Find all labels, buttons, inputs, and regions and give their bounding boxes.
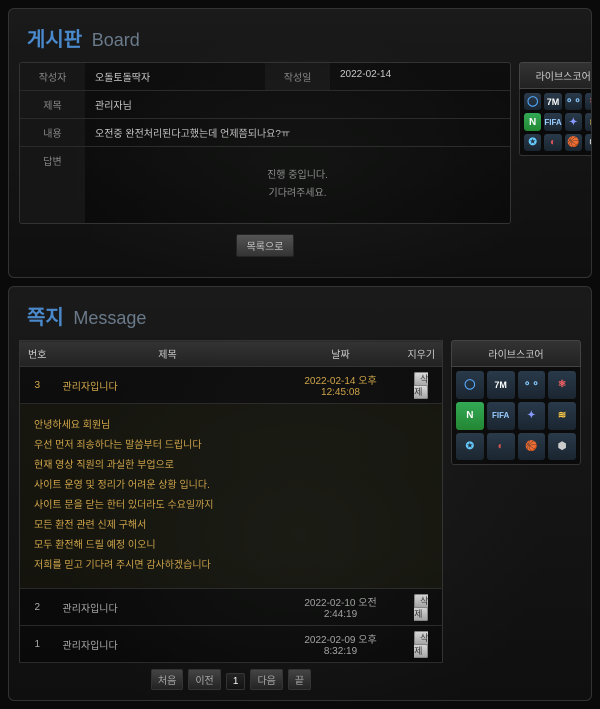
score-icon-3[interactable]: ⚬⚬ bbox=[565, 93, 582, 110]
message-title: 쪽지 Message bbox=[19, 297, 581, 340]
cell-no: 3 bbox=[20, 367, 55, 404]
author-value: 오돌토돌딱자 bbox=[85, 63, 265, 90]
regdate-label: 작성일 bbox=[265, 63, 330, 90]
page-last[interactable]: 끝 bbox=[288, 669, 311, 690]
board-panel: 게시판 Board 작성자 오돌토돌딱자 작성일 2022-02-14 제목 관… bbox=[8, 8, 592, 278]
expanded-message: 안녕하세요 회원님 우선 먼저 죄송하다는 말씀부터 드립니다 현재 영상 직원… bbox=[20, 404, 443, 589]
page-current[interactable]: 1 bbox=[226, 673, 246, 690]
list-button[interactable]: 목록으로 bbox=[236, 234, 295, 257]
body-line: 저희를 믿고 기다려 주시면 감사하겠습니다 bbox=[34, 556, 428, 576]
pagination: 처음 이전 1 다음 끝 bbox=[19, 669, 443, 690]
delete-button[interactable]: 삭제 bbox=[414, 372, 428, 399]
th-date: 날짜 bbox=[281, 341, 401, 367]
content-label: 내용 bbox=[20, 119, 85, 146]
score-icon-12[interactable]: ⬢ bbox=[585, 134, 592, 151]
th-delete: 지우기 bbox=[401, 341, 443, 367]
score-icon-7[interactable]: ✦ bbox=[565, 113, 582, 130]
reply-body: 진행 중입니다. 기다려주세요. bbox=[85, 147, 510, 223]
page-prev[interactable]: 이전 bbox=[188, 669, 220, 690]
table-row[interactable]: 3 관리자입니다 2022-02-14 오후 12:45:08 삭제 bbox=[20, 367, 443, 404]
body-line: 우선 먼저 죄송하다는 말씀부터 드립니다 bbox=[34, 436, 428, 456]
score-icon-6[interactable]: FIFA bbox=[487, 402, 515, 430]
score-icon-2[interactable]: 7M bbox=[544, 93, 561, 110]
message-table: 번호 제목 날짜 지우기 3 관리자입니다 2022-02-14 오후 12:4… bbox=[19, 340, 443, 663]
cell-no: 1 bbox=[20, 626, 55, 663]
board-title-kr: 게시판 bbox=[27, 29, 82, 51]
reply-line1: 진행 중입니다. bbox=[105, 167, 490, 185]
body-line: 사이트 운영 및 정리가 어려운 상황 입니다. bbox=[34, 476, 428, 496]
delete-button[interactable]: 삭제 bbox=[414, 594, 428, 621]
reply-line2: 기다려주세요. bbox=[105, 185, 490, 203]
body-line: 모든 환전 관련 신제 구해서 bbox=[34, 516, 428, 536]
author-label: 작성자 bbox=[20, 63, 85, 90]
score-icon-3[interactable]: ⚬⚬ bbox=[518, 371, 546, 399]
cell-subject: 관리자입니다 bbox=[55, 367, 281, 404]
regdate-value: 2022-02-14 bbox=[330, 63, 510, 90]
livescore-grid: ◯ 7M ⚬⚬ ⚛ N FIFA ✦ ≋ ✪ ◐ 🏀 ⬢ bbox=[451, 367, 581, 465]
score-icon-2[interactable]: 7M bbox=[487, 371, 515, 399]
body-line: 안녕하세요 회원님 bbox=[34, 416, 428, 436]
score-icon-9[interactable]: ✪ bbox=[524, 134, 541, 151]
body-line: 사이트 문을 닫는 한터 있더라도 수요일까지 bbox=[34, 496, 428, 516]
board-title: 게시판 Board bbox=[19, 19, 581, 62]
message-body: 안녕하세요 회원님 우선 먼저 죄송하다는 말씀부터 드립니다 현재 영상 직원… bbox=[34, 416, 428, 576]
page-first[interactable]: 처음 bbox=[151, 669, 183, 690]
body-line: 모두 환전해 드릴 예정 이오니 bbox=[34, 536, 428, 556]
score-icon-7[interactable]: ✦ bbox=[518, 402, 546, 430]
score-icon-8[interactable]: ≋ bbox=[585, 113, 592, 130]
message-title-en: Message bbox=[73, 308, 146, 328]
score-icon-11[interactable]: 🏀 bbox=[565, 134, 582, 151]
cell-subject: 관리자입니다 bbox=[55, 589, 281, 626]
cell-no: 2 bbox=[20, 589, 55, 626]
content-value: 오전중 완전처리된다고했는데 언제쯤되나요?ㅠ bbox=[85, 119, 510, 146]
score-icon-1[interactable]: ◯ bbox=[456, 371, 484, 399]
livescore-title: 라이브스코어 bbox=[519, 62, 592, 89]
subject-value: 관리자님 bbox=[85, 91, 510, 118]
score-icon-11[interactable]: 🏀 bbox=[518, 433, 546, 461]
score-icon-10[interactable]: ◐ bbox=[544, 134, 561, 151]
table-row[interactable]: 1 관리자입니다 2022-02-09 오후 8:32:19 삭제 bbox=[20, 626, 443, 663]
delete-button[interactable]: 삭제 bbox=[414, 631, 428, 658]
score-icon-5[interactable]: N bbox=[524, 113, 541, 130]
score-icon-10[interactable]: ◐ bbox=[487, 433, 515, 461]
cell-subject: 관리자입니다 bbox=[55, 626, 281, 663]
score-icon-9[interactable]: ✪ bbox=[456, 433, 484, 461]
subject-label: 제목 bbox=[20, 91, 85, 118]
score-icon-1[interactable]: ◯ bbox=[524, 93, 541, 110]
board-title-en: Board bbox=[92, 30, 140, 50]
cell-date: 2022-02-14 오후 12:45:08 bbox=[281, 367, 401, 404]
score-icon-4[interactable]: ⚛ bbox=[585, 93, 592, 110]
page-next[interactable]: 다음 bbox=[250, 669, 282, 690]
body-line: 현재 영상 직원의 과실한 부업으로 bbox=[34, 456, 428, 476]
score-icon-4[interactable]: ⚛ bbox=[548, 371, 576, 399]
table-row[interactable]: 2 관리자입니다 2022-02-10 오전 2:44:19 삭제 bbox=[20, 589, 443, 626]
message-panel: 쪽지 Message 번호 제목 날짜 지우기 3 관리자입니다 2 bbox=[8, 286, 592, 701]
score-icon-6[interactable]: FIFA bbox=[544, 113, 561, 130]
cell-date: 2022-02-09 오후 8:32:19 bbox=[281, 626, 401, 663]
score-icon-5[interactable]: N bbox=[456, 402, 484, 430]
livescore-grid: ◯ 7M ⚬⚬ ⚛ N FIFA ✦ ≋ ✪ ◐ 🏀 ⬢ bbox=[519, 89, 592, 156]
reply-label: 답변 bbox=[20, 147, 85, 223]
message-title-kr: 쪽지 bbox=[27, 307, 64, 329]
livescore-title: 라이브스코어 bbox=[451, 340, 581, 367]
th-subject: 제목 bbox=[55, 341, 281, 367]
th-no: 번호 bbox=[20, 341, 55, 367]
score-icon-8[interactable]: ≋ bbox=[548, 402, 576, 430]
score-icon-12[interactable]: ⬢ bbox=[548, 433, 576, 461]
cell-date: 2022-02-10 오전 2:44:19 bbox=[281, 589, 401, 626]
post-detail-box: 작성자 오돌토돌딱자 작성일 2022-02-14 제목 관리자님 내용 오전중… bbox=[19, 62, 511, 224]
